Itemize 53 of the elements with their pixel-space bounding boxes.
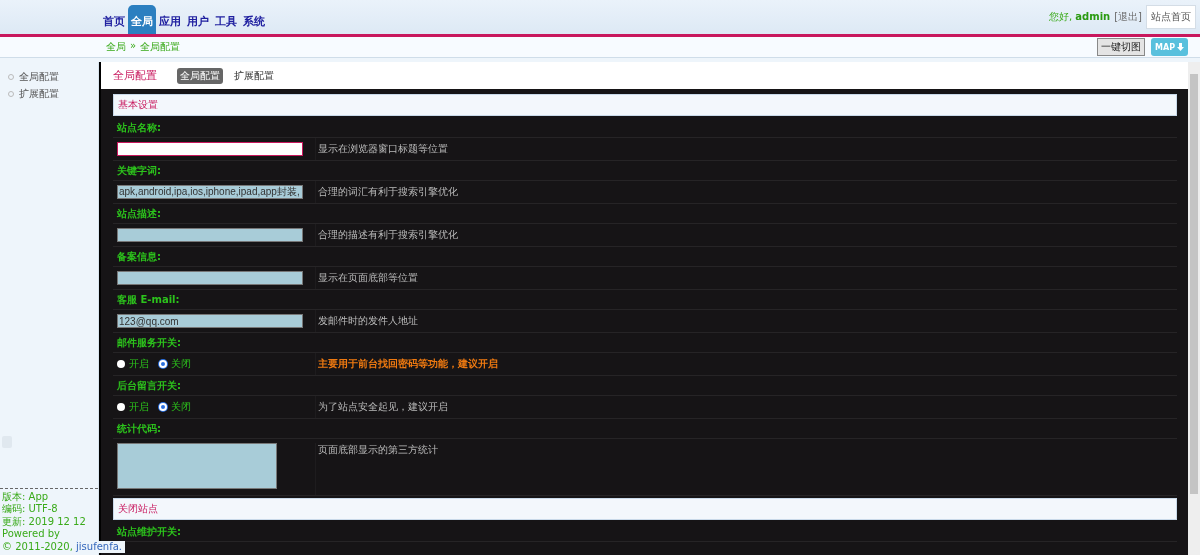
- footer-link[interactable]: jisufenfa.: [76, 540, 122, 552]
- footer-text: Powered by: [2, 528, 63, 541]
- setting-hint: 显示在浏览器窗口标题等位置: [318, 143, 448, 154]
- nav-tab[interactable]: 用户: [184, 8, 212, 34]
- nav-tab[interactable]: 全局: [128, 5, 156, 34]
- sidebar-item[interactable]: 扩展配置: [8, 87, 98, 101]
- setting-hint: 合理的词汇有利于搜索引擎优化: [318, 186, 458, 197]
- radio-button[interactable]: [117, 403, 125, 411]
- radio-button[interactable]: [159, 360, 167, 368]
- setting-hint: 显示在页面底部等位置: [318, 272, 418, 283]
- one-click-cut-button[interactable]: 一键切图: [1097, 38, 1145, 56]
- setting-label: 关键字词:: [117, 163, 161, 178]
- config-tab[interactable]: 全局配置: [177, 67, 223, 84]
- nav-tab[interactable]: 工具: [212, 8, 240, 34]
- setting-label: 统计代码:: [117, 421, 161, 436]
- setting-hint: 主要用于前台找回密码等功能，建议开启: [318, 358, 498, 369]
- radio-label: 关闭: [171, 400, 191, 414]
- nav-tab[interactable]: 系统: [240, 8, 268, 34]
- radio-label: 开启: [129, 357, 149, 371]
- setting-label: 客服 E-mail:: [117, 292, 180, 307]
- section-header: 关闭站点: [113, 498, 1177, 520]
- input-field[interactable]: [117, 228, 303, 242]
- setting-label: 后台留言开关:: [117, 378, 181, 393]
- nav-tab[interactable]: 首页: [100, 8, 128, 34]
- radio-label: 开启: [129, 400, 149, 414]
- nav-tab[interactable]: 应用: [156, 8, 184, 34]
- setting-hint: 发邮件时的发件人地址: [318, 315, 418, 326]
- radio-button[interactable]: [159, 403, 167, 411]
- input-field[interactable]: apk,android,ipa,ios,iphone,ipad,app封装,: [117, 185, 303, 199]
- section-header: 基本设置: [113, 94, 1177, 116]
- logout-link[interactable]: [退出]: [1114, 10, 1142, 24]
- greeting-text: 您好, admin: [1048, 10, 1111, 24]
- setting-hint: 页面底部显示的第三方统计: [318, 444, 438, 455]
- input-field[interactable]: 123@qq.com: [117, 314, 303, 328]
- panel-title: 全局配置: [113, 68, 157, 83]
- scrollbar[interactable]: [1188, 62, 1200, 555]
- textarea-field[interactable]: [117, 443, 277, 489]
- download-arrow-icon: [1177, 43, 1184, 51]
- setting-label: 站点维护开关:: [117, 524, 181, 539]
- radio-button[interactable]: [117, 360, 125, 368]
- sidebar-item[interactable]: 全局配置: [8, 70, 98, 84]
- site-home-button[interactable]: 站点首页: [1146, 5, 1196, 29]
- input-field[interactable]: [117, 271, 303, 285]
- input-field[interactable]: [117, 142, 303, 156]
- setting-hint: 为了站点安全起见，建议开启: [318, 401, 448, 412]
- config-tab[interactable]: 扩展配置: [231, 67, 277, 84]
- setting-label: 站点描述:: [117, 206, 161, 221]
- breadcrumb-separator: »: [130, 40, 137, 53]
- setting-hint: 合理的描述有利于搜索引擎优化: [318, 229, 458, 240]
- setting-label: 备案信息:: [117, 249, 161, 264]
- radio-label: 关闭: [171, 357, 191, 371]
- setting-label: 站点名称:: [117, 120, 161, 135]
- setting-label: 邮件服务开关:: [117, 335, 181, 350]
